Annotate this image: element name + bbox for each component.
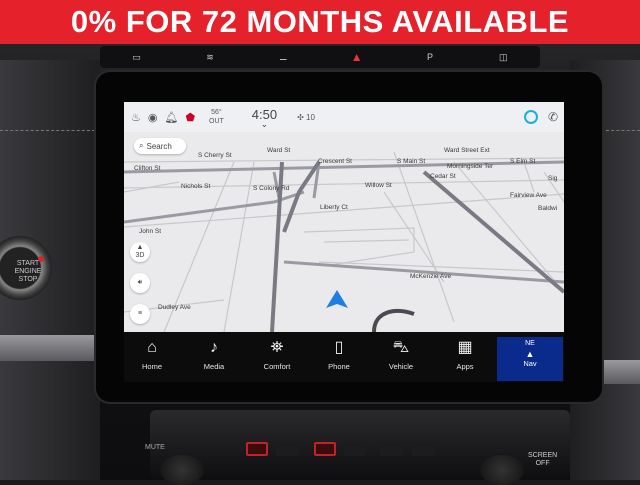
street-label: Sig: [548, 175, 558, 182]
fan-speed[interactable]: ✣ 10: [297, 113, 315, 122]
street-label: Morningside Ter: [447, 163, 494, 170]
defrost-button[interactable]: [314, 442, 336, 456]
stitching-left: [0, 130, 95, 131]
trim-left: [0, 335, 95, 361]
screen-off-label-1: SCREEN: [528, 452, 558, 459]
nav-nav-label: Nav: [523, 359, 537, 368]
rear-defrost-button[interactable]: ▭: [122, 50, 152, 64]
home-icon: ⌂: [147, 339, 157, 356]
alexa-icon[interactable]: [523, 110, 538, 124]
street-label: Nichols St: [181, 183, 211, 190]
start-indicator-light: [38, 256, 44, 262]
fan-button[interactable]: [344, 442, 366, 456]
nav-home-label: Home: [141, 362, 162, 371]
compass-arrow-icon: ▲: [136, 244, 144, 251]
camera-button[interactable]: ◫: [488, 50, 518, 64]
street-label: Cedar St: [430, 173, 456, 180]
street-label: S Cherry St: [198, 152, 232, 159]
map-search-button[interactable]: ⌕ Search: [134, 138, 186, 154]
volume-knob[interactable]: [160, 455, 204, 485]
street-label: John St: [139, 228, 162, 235]
physical-button-row: ▭ ≋ ⚊ ▲ P ◫: [100, 46, 540, 68]
road: [523, 161, 535, 193]
nav-home-button[interactable]: ⌂ Home: [126, 338, 178, 371]
vehicle-position-icon: [326, 290, 348, 308]
ac-button[interactable]: [412, 442, 434, 456]
search-label: Search: [146, 141, 172, 151]
climate-button[interactable]: [276, 442, 298, 456]
apps-grid-icon: ▦: [457, 339, 473, 356]
car-icon: ⛍: [392, 339, 410, 356]
nav-phone-label: Phone: [328, 362, 350, 371]
street-label: Fairview Ave: [510, 192, 547, 199]
street-label: Ward Street Ext: [444, 147, 490, 154]
promo-banner: 0% FOR 72 MONTHS AVAILABLE: [0, 0, 640, 44]
status-bar: ♨ ◉ 🔔︎ ⬟ 56° OUT 4:50 ⌄ ✣ 10 ✆: [124, 102, 564, 132]
screen-off-button[interactable]: SCREEN OFF: [528, 452, 557, 468]
seat-heat-icon[interactable]: ♨: [131, 111, 141, 124]
street-label: S Main St: [397, 158, 426, 165]
street-label: Clifton St: [134, 165, 161, 172]
temp-label: OUT: [209, 118, 224, 125]
temp-value: 56°: [211, 109, 222, 116]
road: [303, 227, 415, 267]
view-3d-label: 3D: [135, 252, 145, 259]
nav-media-label: Media: [203, 362, 225, 371]
street-label: Ward St: [267, 147, 291, 154]
road: [223, 161, 255, 332]
map-menu-button[interactable]: ≡: [130, 304, 150, 324]
nav-volume-button[interactable]: 🔊︎: [130, 273, 150, 293]
street-label: Crescent St: [318, 158, 352, 165]
street-label: S Elm St: [510, 158, 536, 165]
route-ramp: [372, 309, 415, 332]
street-label: S Colony Rd: [253, 185, 290, 192]
menu-icon: ≡: [137, 310, 143, 317]
nav-comfort-button[interactable]: ⛯ Comfort: [251, 338, 303, 371]
smartphone-icon: ▯: [334, 339, 344, 356]
heading-direction: NE: [525, 340, 535, 347]
street-label: McKenzie Ave: [410, 273, 452, 280]
street-label: Dudley Ave: [158, 304, 191, 311]
heading-arrow-icon: ▲: [525, 349, 535, 359]
navigation-map[interactable]: S Cherry St Ward St Crescent St S Main S…: [124, 132, 564, 332]
nav-media-button[interactable]: ♪ Media: [188, 338, 240, 371]
nav-comfort-label: Comfort: [263, 362, 291, 371]
search-icon: ⌕: [139, 141, 144, 150]
phone-icon[interactable]: ✆: [548, 110, 558, 124]
mute-label: MUTE: [145, 444, 165, 451]
screen-off-label-2: OFF: [535, 460, 550, 467]
recirc-button[interactable]: [380, 442, 402, 456]
tune-knob[interactable]: [480, 455, 524, 485]
street-label: Willow St: [365, 182, 392, 189]
view-3d-button[interactable]: ▲ 3D: [130, 242, 150, 262]
uconnect-icon[interactable]: ⬟: [185, 111, 195, 124]
infotainment-screen: ♨ ◉ 🔔︎ ⬟ 56° OUT 4:50 ⌄ ✣ 10 ✆ S Cherry …: [124, 102, 564, 382]
music-note-icon: ♪: [210, 339, 218, 356]
bell-icon[interactable]: 🔔︎: [164, 111, 178, 124]
speaker-icon: 🔊︎: [137, 279, 143, 286]
bottom-nav-bar: ⌂ Home ♪ Media ⛯ Comfort ▯ Phone ⛍ Vehic…: [124, 334, 564, 382]
outside-temperature: 56° OUT: [209, 108, 224, 126]
heated-seat-button[interactable]: [246, 442, 268, 456]
road: [323, 239, 410, 243]
nav-vehicle-label: Vehicle: [388, 362, 414, 371]
nav-apps-button[interactable]: ▦ Apps: [439, 338, 491, 371]
nav-phone-button[interactable]: ▯ Phone: [313, 338, 365, 371]
comfort-seat-icon: ⛯: [270, 339, 284, 356]
driver-profile-icon[interactable]: ◉: [148, 111, 158, 124]
nav-vehicle-button[interactable]: ⛍ Vehicle: [375, 338, 427, 371]
fan-speed-value: 10: [306, 112, 315, 122]
nav-nav-button[interactable]: NE ▲ Nav: [497, 337, 563, 381]
nav-apps-label: Apps: [456, 362, 474, 371]
hazard-button[interactable]: ▲: [342, 50, 372, 64]
clock[interactable]: 4:50 ⌄: [252, 108, 277, 129]
seat-button[interactable]: ⚊: [268, 50, 298, 64]
front-defrost-button[interactable]: ≋: [195, 50, 225, 64]
park-assist-button[interactable]: P: [415, 50, 445, 64]
street-label: Baldwi: [538, 205, 558, 212]
street-label: Liberty Ct: [320, 204, 348, 211]
